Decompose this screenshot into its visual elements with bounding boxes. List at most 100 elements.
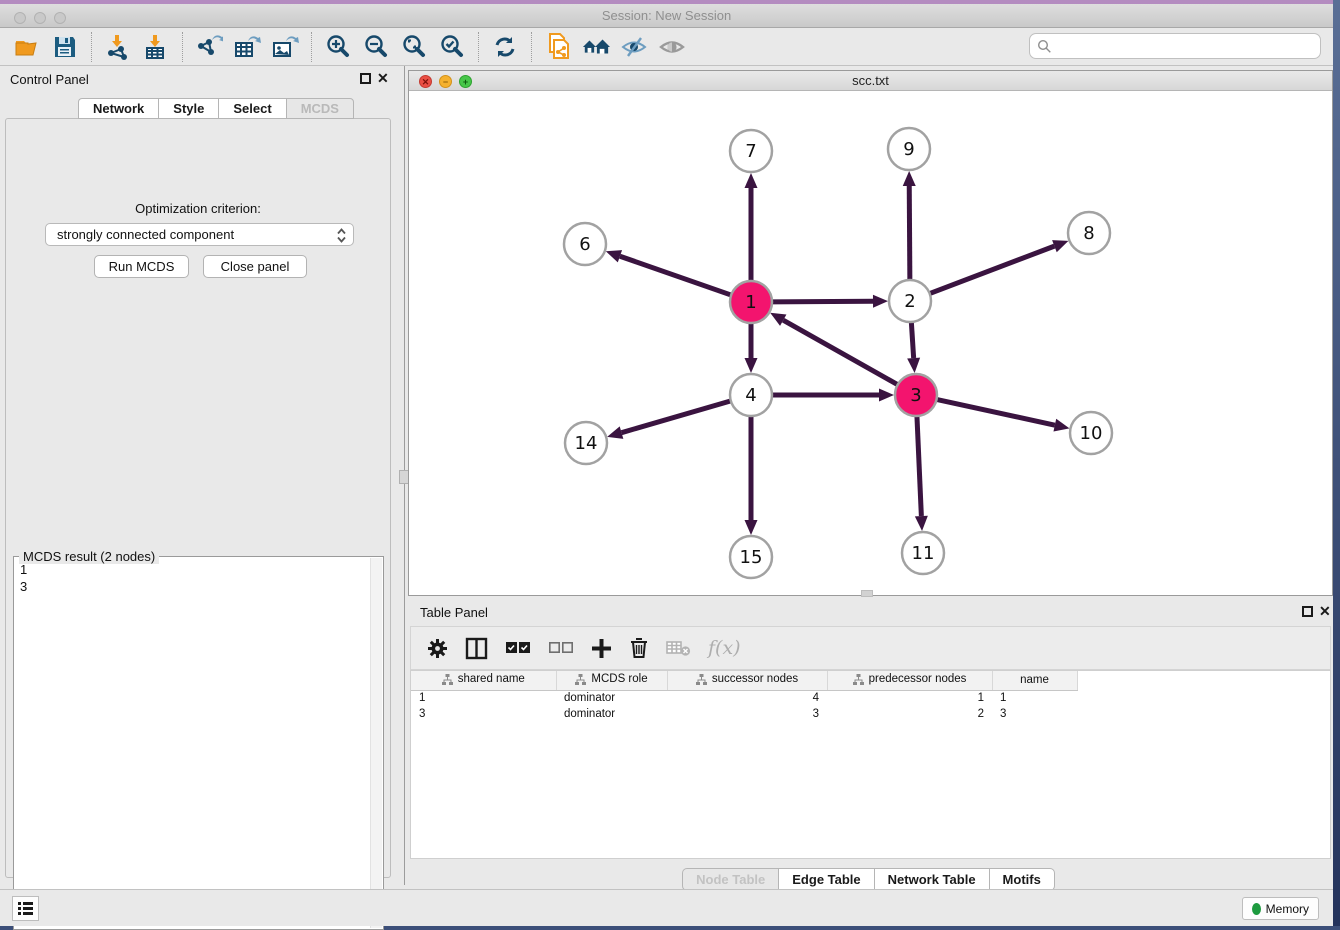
mcds-panel: Optimization criterion: strongly connect… (5, 118, 391, 878)
refresh-icon[interactable] (491, 33, 519, 61)
table-row[interactable]: 1dominator411 (411, 690, 1083, 706)
zoom-in-icon[interactable] (324, 33, 352, 61)
table-panel-title: Table Panel (420, 605, 488, 620)
table-cell[interactable]: 3 (411, 706, 556, 722)
tab-style[interactable]: Style (158, 98, 218, 119)
column-header-filler (1077, 671, 1083, 690)
table-cell[interactable]: 1 (992, 690, 1077, 706)
graph-edge-arrowhead (1053, 419, 1069, 432)
zoom-selected-icon[interactable] (438, 33, 466, 61)
tab-edge-table[interactable]: Edge Table (778, 868, 873, 891)
column-header-name[interactable]: name (992, 671, 1077, 690)
add-icon[interactable] (591, 638, 612, 659)
run-mcds-button[interactable]: Run MCDS (94, 255, 189, 278)
export-table-icon[interactable] (233, 33, 261, 61)
toolbar-separator (91, 32, 92, 62)
tab-node-table[interactable]: Node Table (682, 868, 778, 891)
mcds-result-text[interactable]: 1 3 (16, 561, 369, 927)
column-header-shared-name[interactable]: shared name (411, 671, 556, 690)
tab-network[interactable]: Network (78, 98, 158, 119)
graph-edge-2-3[interactable] (911, 322, 913, 358)
eye-slash-icon[interactable] (620, 33, 648, 61)
column-header-predecessor-nodes[interactable]: predecessor nodes (827, 671, 992, 690)
tab-network-table[interactable]: Network Table (874, 868, 989, 891)
tab-motifs[interactable]: Motifs (989, 868, 1055, 891)
node-table-grid[interactable]: shared nameMCDS rolesuccessor nodesprede… (411, 671, 1083, 722)
mcds-result-scrollbar[interactable] (370, 558, 382, 928)
select-all-checkboxes-icon[interactable] (505, 641, 531, 655)
graph-edge-3-1[interactable] (783, 320, 897, 385)
graph-node-label-3: 3 (910, 385, 921, 406)
tab-mcds[interactable]: MCDS (286, 98, 354, 119)
screen: Session: New Session (0, 0, 1340, 926)
function-builder-icon[interactable]: f(x) (708, 637, 741, 659)
column-header-successor-nodes[interactable]: successor nodes (667, 671, 827, 690)
eye-icon[interactable] (658, 33, 686, 61)
zoom-fit-icon[interactable] (400, 33, 428, 61)
table-cell[interactable]: 1 (411, 690, 556, 706)
houses-icon[interactable] (582, 33, 610, 61)
memory-button[interactable]: Memory (1242, 897, 1319, 920)
open-folder-icon[interactable] (13, 33, 41, 61)
graph-edge-arrowhead (1052, 240, 1068, 252)
chevron-up-down-icon (336, 227, 347, 247)
network-view-window: ✕ − + scc.txt 7968124314101511 (408, 70, 1333, 596)
save-icon[interactable] (51, 33, 79, 61)
zoom-out-icon[interactable] (362, 33, 390, 61)
graph-node-label-11: 11 (912, 543, 935, 564)
task-history-button[interactable] (12, 896, 39, 921)
app-window: Session: New Session (0, 4, 1333, 926)
table-cell[interactable]: 3 (992, 706, 1077, 722)
graph-edge-1-6[interactable] (620, 256, 731, 295)
export-network-icon[interactable] (195, 33, 223, 61)
network-resize-handle[interactable] (861, 590, 873, 597)
close-table-panel-icon[interactable]: ✕ (1319, 603, 1331, 619)
graph-edge-1-2[interactable] (772, 301, 873, 302)
float-panel-icon[interactable] (360, 73, 371, 84)
graph-edge-2-9[interactable] (909, 186, 910, 280)
copy-network-icon[interactable] (544, 33, 572, 61)
table-cell[interactable]: 3 (667, 706, 827, 722)
trash-icon[interactable] (629, 637, 649, 659)
network-canvas-svg[interactable]: 7968124314101511 (409, 91, 1332, 595)
network-window-titlebar[interactable]: ✕ − + scc.txt (409, 71, 1332, 91)
table-cell[interactable]: 2 (827, 706, 992, 722)
graph-edge-3-11[interactable] (917, 416, 921, 516)
table-cell[interactable]: dominator (556, 690, 667, 706)
graph-node-label-10: 10 (1080, 423, 1103, 444)
table-row[interactable]: 3dominator323 (411, 706, 1083, 722)
close-panel-button[interactable]: Close panel (203, 255, 307, 278)
optimization-criterion-value: strongly connected component (57, 227, 234, 242)
graph-node-label-8: 8 (1083, 223, 1094, 244)
export-image-icon[interactable] (271, 33, 299, 61)
deselect-checkboxes-icon[interactable] (548, 641, 574, 655)
delete-table-icon[interactable] (666, 639, 691, 657)
close-panel-icon[interactable]: ✕ (377, 70, 389, 86)
import-table-icon[interactable] (142, 33, 170, 61)
tab-select[interactable]: Select (218, 98, 285, 119)
graph-edge-4-14[interactable] (622, 401, 731, 433)
table-cell[interactable]: dominator (556, 706, 667, 722)
import-network-icon[interactable] (104, 33, 132, 61)
list-icon (17, 901, 34, 916)
graph-edge-arrowhead (915, 516, 928, 531)
graph-edge-2-8[interactable] (930, 246, 1055, 293)
graph-node-label-9: 9 (903, 139, 914, 160)
optimization-criterion-select[interactable]: strongly connected component (45, 223, 354, 246)
column-header-MCDS-role[interactable]: MCDS role (556, 671, 667, 690)
float-table-panel-icon[interactable] (1302, 606, 1313, 617)
columns-icon[interactable] (465, 637, 488, 660)
graph-node-label-15: 15 (740, 547, 763, 568)
table-panel-tabs: Node Table Edge Table Network Table Moti… (408, 868, 1329, 891)
table-cell[interactable]: 1 (827, 690, 992, 706)
search-field[interactable] (1029, 33, 1321, 59)
graph-node-label-1: 1 (745, 292, 756, 313)
gear-icon[interactable] (427, 638, 448, 659)
toolbar-separator (182, 32, 183, 62)
graph-edge-3-10[interactable] (937, 399, 1055, 425)
search-input[interactable] (1052, 36, 1320, 56)
table-cell[interactable]: 4 (667, 690, 827, 706)
app-titlebar[interactable]: Session: New Session (0, 4, 1333, 28)
graph-node-label-14: 14 (575, 433, 598, 454)
table-cell-filler (1077, 706, 1083, 722)
